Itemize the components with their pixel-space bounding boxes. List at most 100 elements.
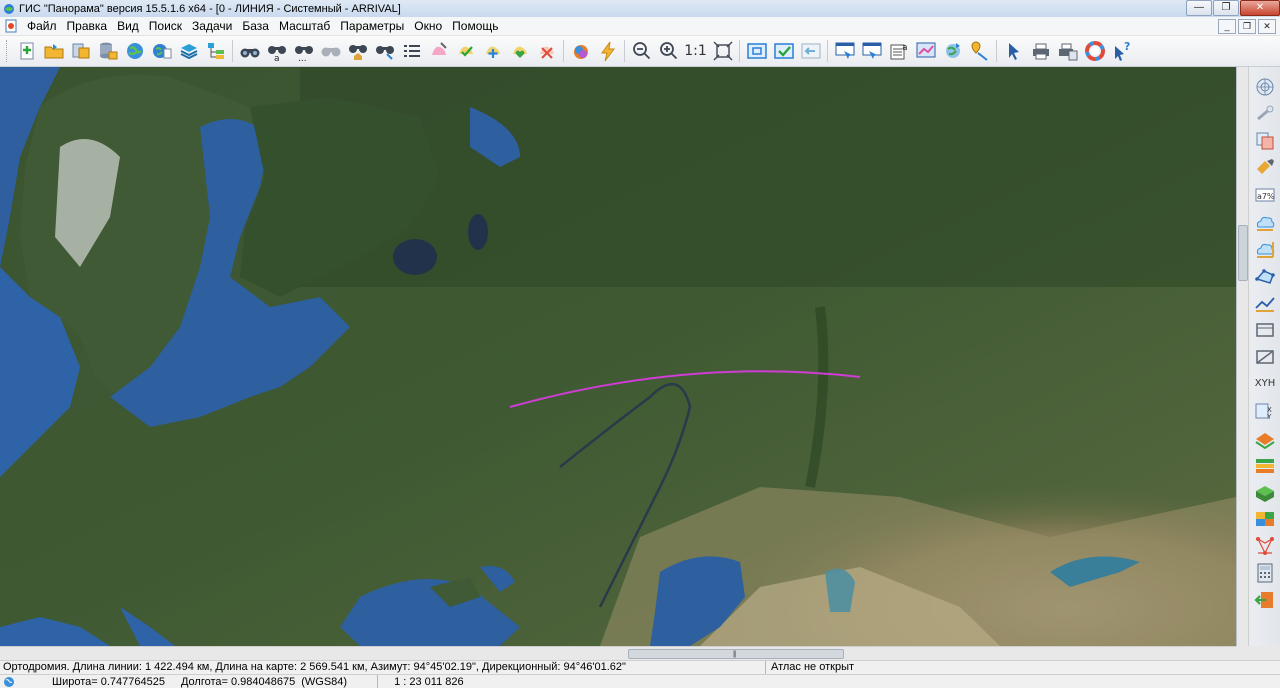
rectangle-button[interactable] [1252, 316, 1278, 343]
open-folder-button[interactable] [40, 38, 67, 64]
zoom-in-button[interactable] [655, 38, 682, 64]
cloud-button[interactable] [1252, 208, 1278, 235]
toolbar-separator [739, 40, 740, 62]
search-select-button[interactable] [371, 38, 398, 64]
zoom-extent-button[interactable] [709, 38, 736, 64]
mdi-restore-button[interactable]: ❐ [1238, 18, 1256, 34]
object-add-icon [485, 46, 500, 58]
zoom-out-icon [632, 42, 650, 60]
object-delete-button[interactable] [533, 38, 560, 64]
document-icon[interactable] [4, 19, 18, 33]
network-button[interactable] [1252, 532, 1278, 559]
mdi-close-button[interactable]: ✕ [1258, 18, 1276, 34]
exit-icon [1254, 591, 1273, 608]
route-button[interactable] [966, 38, 993, 64]
exit-button[interactable] [1252, 586, 1278, 613]
close-button[interactable]: ✕ [1240, 0, 1280, 16]
terrain-layers-button[interactable] [1252, 451, 1278, 478]
search-binoculars-button[interactable] [236, 38, 263, 64]
search-more-button[interactable]: ... [290, 38, 317, 64]
minimize-button[interactable]: — [1186, 0, 1212, 16]
percent-button[interactable]: a7% [1252, 181, 1278, 208]
svg-text:Y: Y [1266, 413, 1272, 421]
new-map-button[interactable] [13, 38, 40, 64]
cloud-edit-icon [1256, 241, 1275, 258]
svg-text:a: a [274, 54, 280, 62]
xyh-button[interactable]: XYH [1252, 370, 1278, 397]
vertical-scrollbar[interactable] [1237, 67, 1249, 646]
object-favorite-button[interactable] [506, 38, 533, 64]
search-disabled-button[interactable] [317, 38, 344, 64]
menu-window[interactable]: Окно [409, 17, 447, 36]
open-layers-button[interactable] [67, 38, 94, 64]
svg-text:...: ... [298, 54, 307, 62]
object-edit-button[interactable] [425, 38, 452, 64]
lightning-button[interactable] [594, 38, 621, 64]
horizontal-scrollbar[interactable]: ||| [0, 646, 1236, 660]
print-button[interactable] [1027, 38, 1054, 64]
search-by-name-button[interactable]: a [263, 38, 290, 64]
menu-edit[interactable]: Правка [62, 17, 113, 36]
restore-button[interactable]: ❐ [1213, 0, 1239, 16]
scale-1to1-button[interactable]: 1:1 [682, 38, 709, 64]
horizontal-scrollbar-thumb[interactable]: ||| [628, 649, 844, 659]
diagonal-button[interactable] [1252, 343, 1278, 370]
map-view[interactable] [0, 67, 1236, 646]
globe-sync-button[interactable] [939, 38, 966, 64]
menu-search[interactable]: Поиск [144, 17, 187, 36]
coordinates-button[interactable]: XY [1252, 397, 1278, 424]
compass-button[interactable] [1252, 73, 1278, 100]
window-select-button[interactable] [831, 38, 858, 64]
satellite-map[interactable] [0, 67, 1236, 646]
copy-button[interactable] [1252, 127, 1278, 154]
globe-status-icon[interactable] [2, 676, 16, 688]
toolbar-separator [563, 40, 564, 62]
database-button[interactable] [94, 38, 121, 64]
toolbar-grip[interactable] [6, 40, 9, 62]
measure-button[interactable] [1252, 100, 1278, 127]
layers-button[interactable] [175, 38, 202, 64]
rectangle-icon [1256, 322, 1274, 337]
cloud-edit-button[interactable] [1252, 235, 1278, 262]
model-3d-button[interactable] [1252, 478, 1278, 505]
search-address-button[interactable] [344, 38, 371, 64]
matrix-button[interactable] [1252, 505, 1278, 532]
window-edit-button[interactable] [858, 38, 885, 64]
world-map-button[interactable] [148, 38, 175, 64]
pointer-icon [1008, 43, 1019, 60]
pointer-button[interactable] [1000, 38, 1027, 64]
menu-database[interactable]: База [237, 17, 274, 36]
globe-button[interactable] [121, 38, 148, 64]
back-button[interactable] [797, 38, 824, 64]
scale-readout[interactable]: 1 : 23 011 826 [394, 676, 464, 688]
layer-tree-button[interactable] [202, 38, 229, 64]
polyline-button[interactable] [1252, 289, 1278, 316]
check-frame-button[interactable] [770, 38, 797, 64]
flashlight-button[interactable] [1252, 154, 1278, 181]
print-settings-button[interactable] [1054, 38, 1081, 64]
compass-icon [1256, 78, 1274, 95]
menu-parameters[interactable]: Параметры [335, 17, 409, 36]
vertical-scrollbar-thumb[interactable] [1238, 225, 1248, 281]
polygon-button[interactable] [1252, 262, 1278, 289]
menu-scale[interactable]: Масштаб [274, 17, 335, 36]
object-add-button[interactable] [479, 38, 506, 64]
terrain-button[interactable] [1252, 424, 1278, 451]
color-palette-button[interactable] [567, 38, 594, 64]
zoom-out-button[interactable] [628, 38, 655, 64]
menu-help[interactable]: Помощь [447, 17, 503, 36]
object-check-button[interactable] [452, 38, 479, 64]
object-highlight-button[interactable] [912, 38, 939, 64]
zoom-extent-icon [713, 41, 732, 61]
new-map-icon [20, 42, 33, 60]
mdi-minimize-button[interactable]: _ [1218, 18, 1236, 34]
help-pointer-button[interactable]: ? [1108, 38, 1135, 64]
menu-file[interactable]: Файл [22, 17, 62, 36]
calculator-button[interactable] [1252, 559, 1278, 586]
frame-button[interactable] [743, 38, 770, 64]
menu-tasks[interactable]: Задачи [187, 17, 237, 36]
list-button[interactable] [398, 38, 425, 64]
menu-view[interactable]: Вид [112, 17, 144, 36]
color-wheel-button[interactable] [1081, 38, 1108, 64]
object-info-button[interactable]: a [885, 38, 912, 64]
